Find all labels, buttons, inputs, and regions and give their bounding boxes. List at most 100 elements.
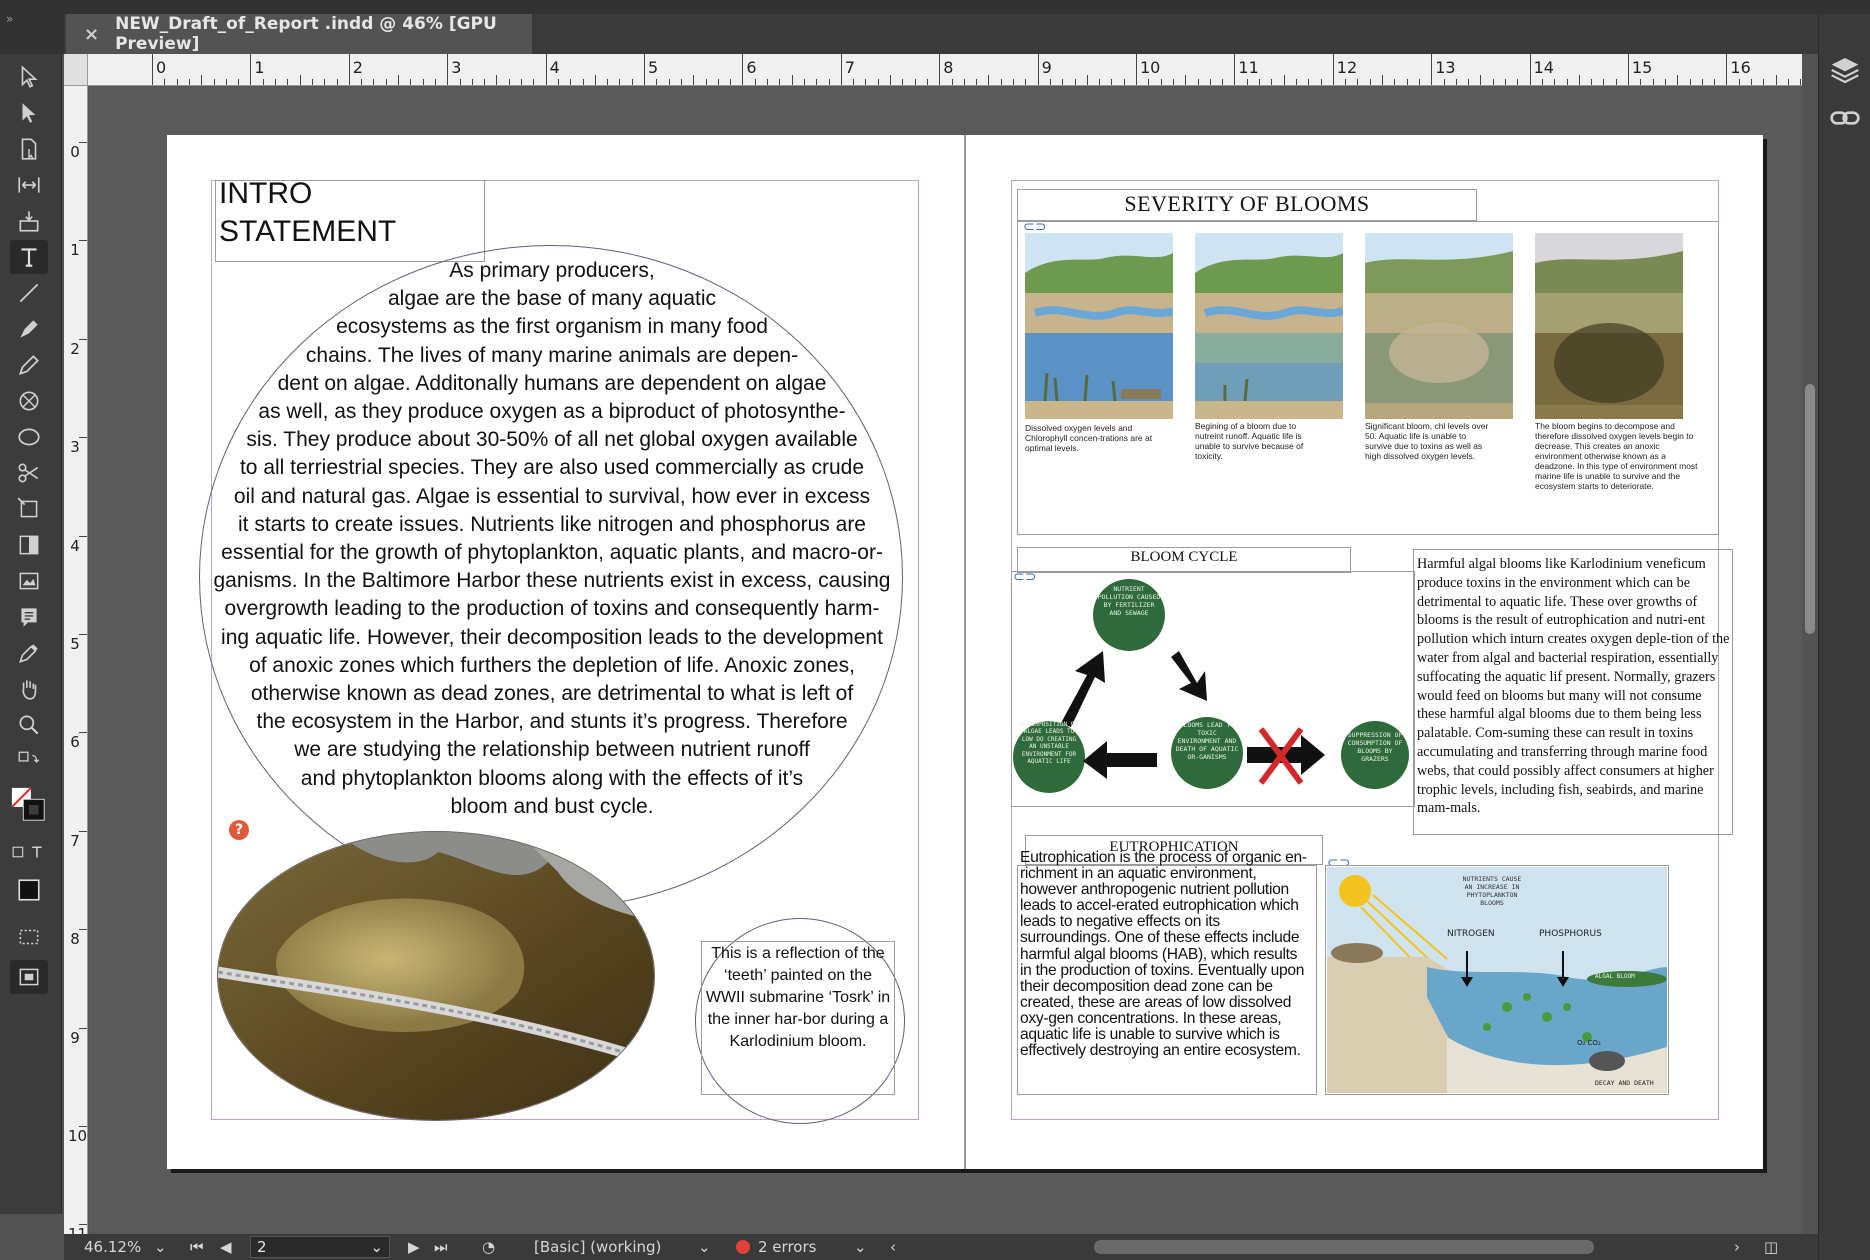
ruler-h-label: 13 (1435, 58, 1456, 77)
ruler-tick (201, 75, 203, 85)
ruler-tick (890, 75, 891, 85)
errors-dropdown-chevron-down-icon[interactable]: ⌄ (854, 1238, 867, 1256)
previous-page-icon[interactable]: ◀ (220, 1238, 232, 1256)
severity-title[interactable]: SEVERITY OF BLOOMS (1017, 191, 1477, 217)
close-icon[interactable]: × (84, 24, 99, 45)
hab-body-text[interactable]: Harmful algal blooms like Karlodinium ve… (1417, 555, 1733, 818)
horizontal-ruler[interactable]: 01234567891011121314151617 (64, 54, 1863, 86)
profile-dropdown-chevron-down-icon[interactable]: ⌄ (698, 1238, 711, 1256)
submarine-photo[interactable] (217, 831, 655, 1121)
ruler-tick (275, 79, 276, 85)
gradient-feather-tool-icon[interactable] (10, 564, 48, 598)
intro-title[interactable]: INTRO STATEMENT (219, 175, 489, 251)
preflight-profile[interactable]: [Basic] (working) (534, 1238, 661, 1256)
content-collector-tool-icon[interactable] (10, 204, 48, 238)
ruler-tick (1480, 75, 1482, 85)
links-icon[interactable] (1829, 102, 1861, 134)
ruler-v-label: 9 (70, 1028, 80, 1047)
zoom-dropdown-chevron-down-icon[interactable]: ⌄ (154, 1238, 167, 1256)
pencil-tool-icon[interactable] (10, 348, 48, 382)
scroll-right-icon[interactable]: › (1734, 1238, 1740, 1256)
overset-error-icon[interactable]: ? (229, 820, 249, 840)
horizontal-scroll-thumb[interactable] (1094, 1240, 1594, 1254)
ruler-tick (238, 79, 240, 85)
cycle-node-1-label: NUTRIENT POLLUTION CAUSED BY FERTILIZER … (1097, 585, 1161, 617)
ruler-major-tick (79, 634, 87, 635)
layers-icon[interactable] (1829, 54, 1861, 86)
eyedropper-tool-icon[interactable] (10, 636, 48, 670)
algal-bloom-label: ALGAL BLOOM (1595, 973, 1635, 980)
ruler-tick (459, 79, 461, 85)
apply-color-icon[interactable] (10, 872, 48, 908)
first-page-icon[interactable]: ⏮ (190, 1238, 204, 1256)
vertical-scroll-thumb[interactable] (1805, 384, 1815, 634)
severity-panel-3[interactable] (1365, 233, 1513, 419)
arrow-right-down (1171, 651, 1207, 701)
hand-tool-icon[interactable] (10, 672, 48, 706)
split-window-icon[interactable]: ◫ (1764, 1238, 1778, 1256)
ellipse-tool-icon[interactable] (10, 420, 48, 454)
pen-tool-icon[interactable] (10, 312, 48, 346)
intro-body-text[interactable]: As primary producers, algae are the base… (207, 257, 897, 821)
severity-caption-4[interactable]: The bloom begins to decompose and theref… (1535, 421, 1701, 491)
gradient-swatch-tool-icon[interactable] (10, 528, 48, 562)
ruler-tick (533, 79, 535, 85)
ruler-tick (557, 79, 559, 85)
ruler-tick (631, 79, 633, 85)
normal-view-mode-icon[interactable] (10, 920, 48, 954)
severity-caption-3[interactable]: Significant bloom, chl levels over 50. A… (1365, 421, 1495, 461)
zoom-level[interactable]: 46.12% (84, 1238, 141, 1256)
next-page-icon[interactable]: ▶ (408, 1238, 420, 1256)
ruler-tick (951, 79, 953, 85)
severity-caption-1[interactable]: Dissolved oxygen levels and Chlorophyll … (1025, 423, 1153, 453)
free-transform-tool-icon[interactable] (10, 492, 48, 526)
severity-panel-1[interactable] (1025, 233, 1173, 419)
rectangle-frame-tool-icon[interactable] (10, 384, 48, 418)
zoom-tool-icon[interactable] (10, 708, 48, 742)
severity-caption-2[interactable]: Begining of a bloom due to nutreint runo… (1195, 421, 1325, 461)
screen-mode-icon[interactable] (10, 960, 48, 994)
panel-collapse-strip[interactable]: » (0, 0, 64, 54)
page-number-field[interactable]: 2 ⌄ (250, 1236, 390, 1258)
preflight-profile-icon[interactable]: ◔ (482, 1238, 495, 1256)
vertical-ruler[interactable]: 01234567891011 (64, 86, 88, 1242)
ruler-tick (336, 79, 338, 85)
eutrophication-body-text[interactable]: Eutrophication is the process of organic… (1020, 849, 1312, 1059)
ruler-v-label: 6 (70, 733, 80, 752)
direct-selection-tool-icon[interactable] (10, 96, 48, 130)
swap-colors-icon[interactable] (10, 750, 48, 774)
note-tool-icon[interactable] (10, 600, 48, 634)
gap-tool-icon[interactable] (10, 168, 48, 202)
ruler-major-tick (250, 54, 252, 85)
pasteboard[interactable]: INTRO STATEMENT As primary producers, al… (89, 87, 1802, 1234)
severity-panel-4[interactable] (1535, 233, 1683, 419)
ruler-origin[interactable] (64, 54, 88, 86)
document-tab[interactable]: × NEW_Draft_of_Report .indd @ 46% [GPU P… (66, 14, 532, 54)
document-spread[interactable]: INTRO STATEMENT As primary producers, al… (167, 135, 1763, 1169)
spread-spine (964, 135, 966, 1169)
photo-caption[interactable]: This is a reflection of the ‘teeth’ pain… (703, 943, 893, 1053)
ruler-major-tick (742, 54, 744, 85)
scroll-left-icon[interactable]: ‹ (890, 1238, 896, 1256)
bloom-cycle-title[interactable]: BLOOM CYCLE (1017, 549, 1351, 566)
formatting-affects-container-icon[interactable] (10, 840, 48, 864)
ruler-h-label: 6 (746, 58, 757, 77)
collapse-icon[interactable]: » (6, 12, 13, 26)
arrow-right (1247, 735, 1325, 775)
ruler-tick (767, 79, 768, 85)
type-tool-icon[interactable] (10, 240, 48, 274)
selection-tool-icon[interactable] (10, 60, 48, 94)
page-dropdown-chevron-down-icon[interactable]: ⌄ (370, 1237, 383, 1257)
ruler-major-tick (79, 830, 87, 832)
ruler-tick (385, 79, 387, 85)
o2-label: O₂ CO₂ (1577, 1039, 1601, 1047)
ruler-major-tick (1332, 54, 1334, 85)
severity-panel-2[interactable] (1195, 233, 1343, 419)
fill-stroke-swatch-icon[interactable] (10, 780, 48, 830)
page-tool-icon[interactable] (10, 132, 48, 166)
preflight-errors[interactable]: 2 errors (736, 1238, 816, 1256)
last-page-icon[interactable]: ⏭ (434, 1238, 448, 1256)
scissors-tool-icon[interactable] (10, 456, 48, 490)
vertical-scrollbar[interactable] (1802, 54, 1818, 1234)
line-tool-icon[interactable] (10, 276, 48, 310)
